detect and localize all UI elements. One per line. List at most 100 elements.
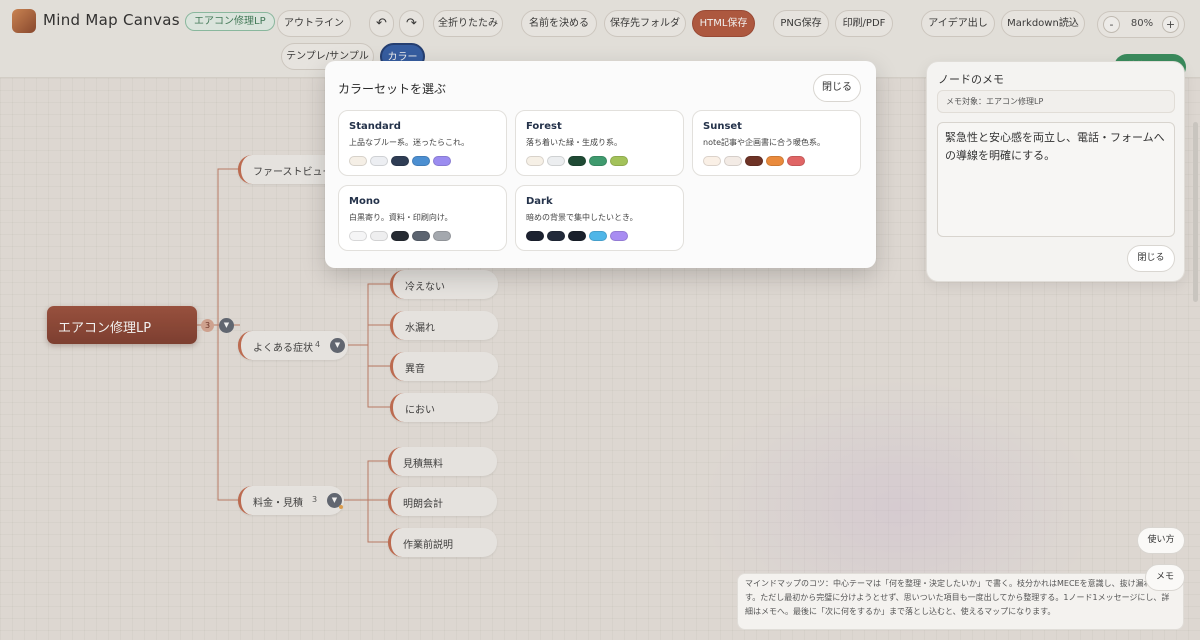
memo-panel-title: ノードのメモ [938,73,1004,86]
color-swatch [349,156,367,166]
collapse-toggle-icon[interactable]: ▼ [330,338,345,353]
root-child-count: 3 [201,319,214,332]
document-name-badge: エアコン修理LP [185,12,275,31]
color-swatch [526,156,544,166]
branch-label: 料金・見積 [253,498,303,509]
branch-node-pricing[interactable]: 料金・見積 3 ▼ [238,486,344,515]
color-swatch [766,156,784,166]
memo-scrollbar[interactable] [1193,122,1198,302]
branch-child-count: 3 [312,495,318,504]
branch-node-symptoms[interactable]: よくある症状 4 ▼ [238,331,348,360]
tip-box: マインドマップのコツ：中心テーマは「何を整理・決定したいか」で書く。枝分かれはM… [737,573,1184,630]
png-save-button[interactable]: PNG保存 [773,10,829,37]
connector-pricing-3 [367,461,388,543]
leaf-label: 水漏れ [405,323,435,334]
color-swatch [589,231,607,241]
modal-title: カラーセットを選ぶ [338,82,447,96]
leaf-node[interactable]: 作業前説明 [388,528,497,557]
leaf-node[interactable]: におい [390,393,498,422]
color-swatch [547,231,565,241]
zoom-in-button[interactable]: + [1162,16,1179,33]
preset-name: Dark [526,196,553,207]
color-swatch [610,156,628,166]
color-swatch [589,156,607,166]
markdown-import-button[interactable]: Markdown読込 [1001,10,1085,37]
preset-desc: 上品なブルー系。迷ったらこれ。 [349,138,470,147]
ideas-button[interactable]: アイデア出し [921,10,995,37]
name-button[interactable]: 名前を決める [521,10,597,37]
connector-root-pricing [217,325,240,501]
branch-accent-dot [339,505,343,509]
color-swatch [724,156,742,166]
preset-sunset[interactable]: Sunset note記事や企画書に合う暖色系。 [692,110,861,176]
color-swatch [391,156,409,166]
preset-desc: 白黒寄り。資料・印刷向け。 [349,213,453,222]
preset-name: Standard [349,121,401,132]
leaf-label: 明朗会計 [403,499,443,510]
leaf-label: 見積無料 [403,459,443,470]
connector-symptoms-4 [367,284,390,408]
memo-textarea[interactable]: 緊急性と安心感を両立し、電話・フォームへの導線を明確にする。 [937,122,1175,237]
help-button[interactable]: 使い方 [1137,527,1185,554]
zoom-control: - 80% + [1097,11,1185,38]
color-swatch [568,231,586,241]
leaf-node[interactable]: 冷えない [390,270,498,299]
color-swatch [412,156,430,166]
undo-icon[interactable]: ↶ [369,10,394,37]
branch-child-count: 4 [315,340,321,349]
preset-name: Sunset [703,121,742,132]
leaf-label: におい [405,405,435,416]
connector-root-firstview [197,168,240,326]
connector-symptoms-1 [348,283,390,346]
leaf-label: 作業前説明 [403,540,453,551]
color-swatch [370,156,388,166]
branch-label: ファーストビュー [253,167,333,178]
color-swatch [349,231,367,241]
connector-pricing-1 [344,460,388,501]
preset-forest[interactable]: Forest 落ち着いた緑・生成り系。 [515,110,684,176]
collapse-all-button[interactable]: 全折りたたみ [433,10,503,37]
color-swatch [787,156,805,166]
memo-target-field: メモ対象：エアコン修理LP [937,90,1175,113]
leaf-label: 冷えない [405,282,445,293]
redo-icon[interactable]: ↷ [399,10,424,37]
leaf-node[interactable]: 見積無料 [388,447,497,476]
collapse-toggle-icon[interactable]: ▼ [219,318,234,333]
app-title: Mind Map Canvas [43,11,180,29]
root-node[interactable]: エアコン修理LP 3 ▼ [47,306,234,344]
preset-standard[interactable]: Standard 上品なブルー系。迷ったらこれ。 [338,110,507,176]
color-swatch [433,231,451,241]
color-swatch [568,156,586,166]
branch-label: よくある症状 [253,343,313,354]
color-swatch [526,231,544,241]
color-swatch [703,156,721,166]
outline-button[interactable]: アウトライン [277,10,351,37]
preset-name: Forest [526,121,562,132]
preset-desc: 暗めの背景で集中したいとき。 [526,213,638,222]
zoom-out-button[interactable]: - [1103,16,1120,33]
color-swatch [391,231,409,241]
print-pdf-button[interactable]: 印刷/PDF [835,10,893,37]
color-set-modal: カラーセットを選ぶ 閉じる Standard 上品なブルー系。迷ったらこれ。 F… [325,61,876,268]
color-swatch [433,156,451,166]
memo-toggle-button[interactable]: メモ [1145,564,1185,591]
preset-desc: note記事や企画書に合う暖色系。 [703,138,826,147]
leaf-node[interactable]: 水漏れ [390,311,498,340]
color-swatch [370,231,388,241]
color-swatch [610,231,628,241]
html-save-button[interactable]: HTML保存 [692,10,755,37]
root-node-label: エアコン修理LP [58,321,152,336]
zoom-level: 80% [1130,18,1154,29]
leaf-node[interactable]: 明朗会計 [388,487,497,516]
preset-name: Mono [349,196,380,207]
modal-close-button[interactable]: 閉じる [813,74,861,102]
leaf-label: 異音 [405,364,425,375]
leaf-node[interactable]: 異音 [390,352,498,381]
color-swatch [412,231,430,241]
preset-mono[interactable]: Mono 白黒寄り。資料・印刷向け。 [338,185,507,251]
app-logo-icon [12,9,36,33]
save-folder-button[interactable]: 保存先フォルダ [604,10,686,37]
preset-dark[interactable]: Dark 暗めの背景で集中したいとき。 [515,185,684,251]
color-swatch [745,156,763,166]
memo-close-button[interactable]: 閉じる [1127,245,1175,272]
